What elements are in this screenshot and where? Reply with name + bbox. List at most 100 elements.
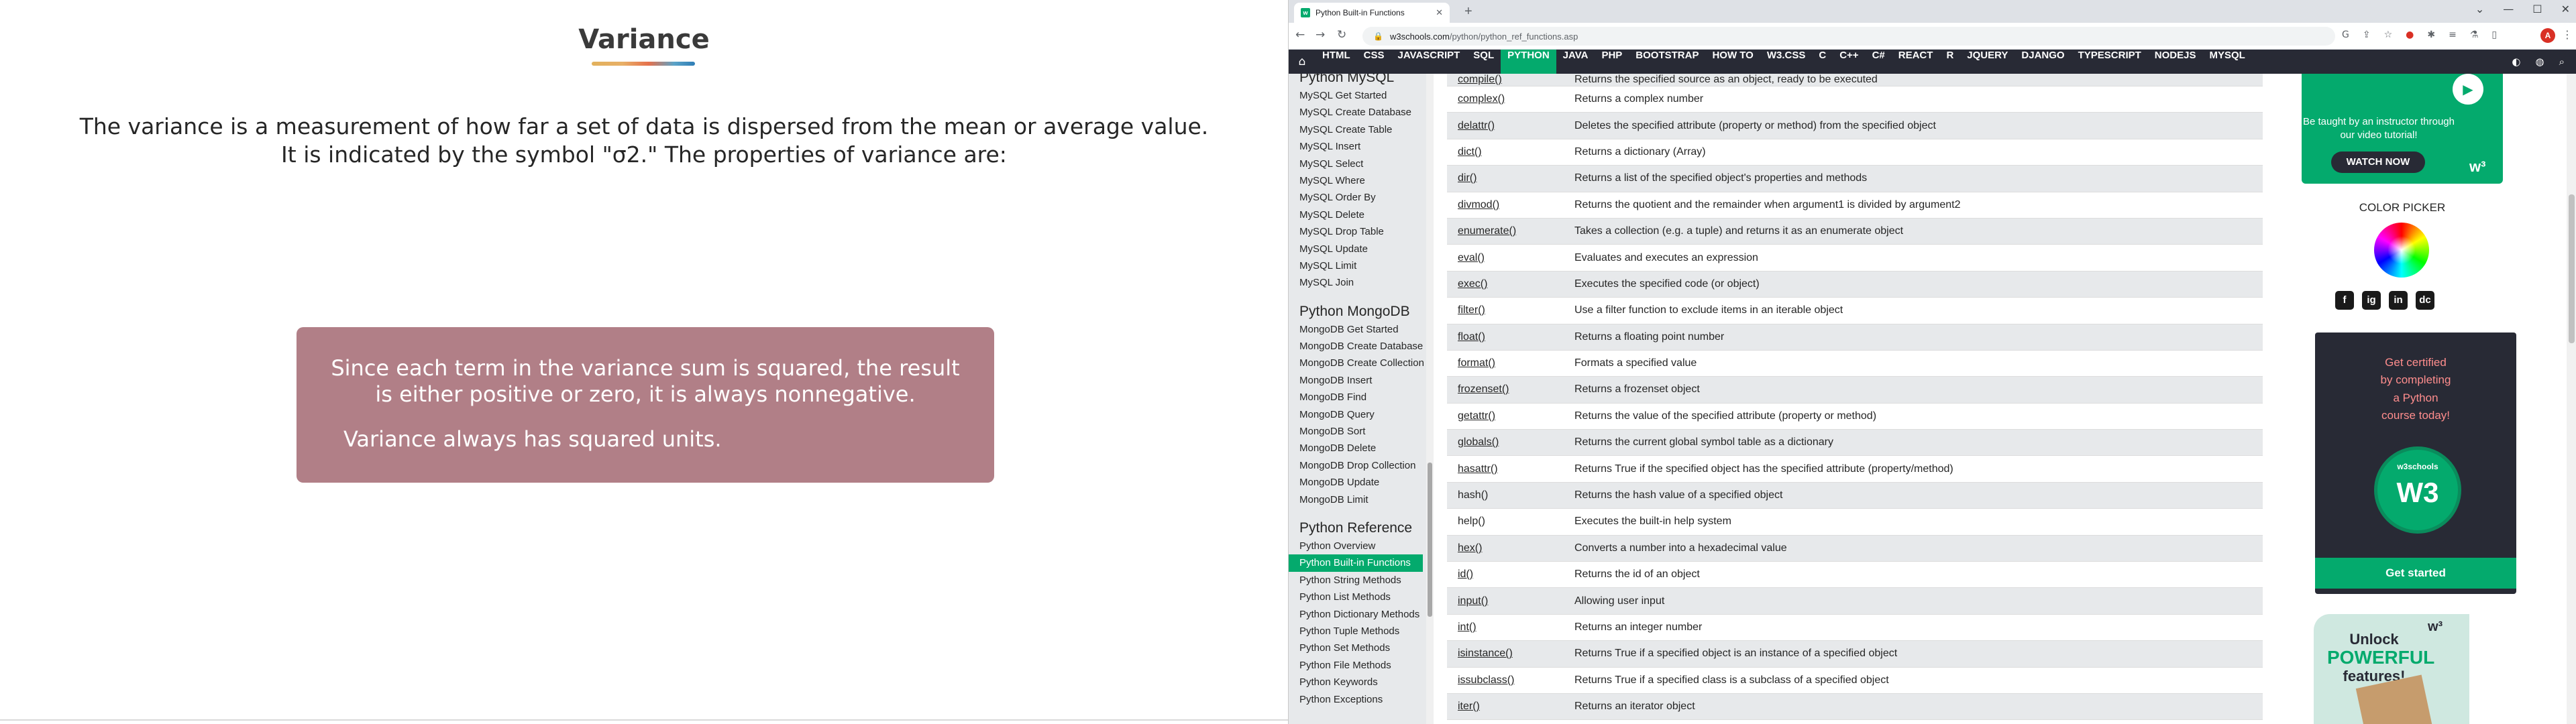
sidebar-item-python-built-in-functions[interactable]: Python Built-in Functions: [1289, 554, 1423, 572]
function-link[interactable]: issubclass(): [1458, 674, 1514, 686]
facebook-icon[interactable]: f: [2335, 291, 2354, 310]
sidebar-item-mongodb-drop-collection[interactable]: MongoDB Drop Collection: [1289, 457, 1426, 474]
unlock-features-ad[interactable]: Unlock POWERFUL features! w³: [2314, 614, 2469, 724]
theme-toggle-icon[interactable]: ◐: [2512, 56, 2520, 68]
sidebar-item-python-string-methods[interactable]: Python String Methods: [1289, 572, 1426, 589]
page-scroll-thumb[interactable]: [2569, 194, 2575, 343]
function-link[interactable]: getattr(): [1458, 410, 1495, 422]
function-link[interactable]: float(): [1458, 331, 1485, 343]
function-link[interactable]: isinstance(): [1458, 648, 1513, 659]
google-icon[interactable]: G: [2342, 29, 2349, 40]
topnav-item-django[interactable]: DJANGO: [2015, 50, 2071, 74]
sidebar-item-mysql-update[interactable]: MySQL Update: [1289, 241, 1426, 257]
star-icon[interactable]: ☆: [2384, 29, 2393, 40]
globe-icon[interactable]: ◍: [2536, 56, 2544, 68]
instagram-icon[interactable]: ig: [2362, 291, 2381, 310]
function-link[interactable]: compile(): [1458, 74, 1502, 85]
topnav-item-jquery[interactable]: JQUERY: [1960, 50, 2015, 74]
function-link[interactable]: globals(): [1458, 436, 1499, 448]
function-link[interactable]: enumerate(): [1458, 225, 1516, 237]
function-link[interactable]: frozenset(): [1458, 383, 1509, 395]
topnav-item-html[interactable]: HTML: [1316, 50, 1357, 74]
sidebar-item-mysql-create-table[interactable]: MySQL Create Table: [1289, 121, 1426, 138]
sidebar-item-mysql-insert[interactable]: MySQL Insert: [1289, 138, 1426, 155]
sidebar-item-python-file-methods[interactable]: Python File Methods: [1289, 657, 1426, 674]
topnav-item-c-[interactable]: C#: [1866, 50, 1892, 74]
sidebar-item-mongodb-limit[interactable]: MongoDB Limit: [1289, 491, 1426, 508]
sidebar-scrollbar[interactable]: [1426, 74, 1434, 724]
topnav-item-how-to[interactable]: HOW TO: [1705, 50, 1760, 74]
color-picker-icon[interactable]: [2374, 223, 2429, 278]
home-icon[interactable]: ⌂: [1289, 55, 1316, 68]
sidebar-item-mongodb-create-database[interactable]: MongoDB Create Database: [1289, 338, 1426, 355]
topnav-item-w3-css[interactable]: W3.CSS: [1760, 50, 1813, 74]
sidebar-item-mysql-order-by[interactable]: MySQL Order By: [1289, 189, 1426, 206]
chevron-down-icon[interactable]: ⌄: [2475, 3, 2484, 15]
get-started-button[interactable]: Get started: [2315, 558, 2516, 589]
topnav-item-typescript[interactable]: TYPESCRIPT: [2072, 50, 2148, 74]
sidebar-item-python-keywords[interactable]: Python Keywords: [1289, 674, 1426, 690]
share-icon[interactable]: ⇪: [2363, 29, 2371, 40]
sidebar-item-mongodb-insert[interactable]: MongoDB Insert: [1289, 372, 1426, 389]
topnav-item-mysql[interactable]: MYSQL: [2202, 50, 2251, 74]
flask-icon[interactable]: ⚗: [2470, 29, 2479, 40]
sidebar-item-mongodb-query[interactable]: MongoDB Query: [1289, 406, 1426, 423]
search-icon[interactable]: ⌕: [2559, 56, 2565, 68]
list-icon[interactable]: ≡: [2449, 29, 2457, 40]
profile-avatar[interactable]: A: [2540, 28, 2555, 43]
watch-now-button[interactable]: WATCH NOW: [2331, 152, 2425, 173]
close-window-icon[interactable]: ✕: [2561, 3, 2570, 15]
page-scrollbar[interactable]: [2567, 74, 2576, 724]
extension-red-icon[interactable]: ●: [2406, 29, 2414, 40]
certification-ad[interactable]: Get certified by completing a Python cou…: [2315, 333, 2516, 594]
sidebar-item-mysql-limit[interactable]: MySQL Limit: [1289, 257, 1426, 274]
topnav-item-r[interactable]: R: [1939, 50, 1960, 74]
sidebar-item-mongodb-delete[interactable]: MongoDB Delete: [1289, 440, 1426, 457]
discord-icon[interactable]: dc: [2416, 291, 2434, 310]
topnav-item-bootstrap[interactable]: BOOTSTRAP: [1629, 50, 1705, 74]
menu-dots-icon[interactable]: ⋮: [2562, 28, 2573, 41]
sidebar-item-mysql-drop-table[interactable]: MySQL Drop Table: [1289, 223, 1426, 240]
sidebar-item-mysql-select[interactable]: MySQL Select: [1289, 156, 1426, 172]
sidebar-item-mongodb-get-started[interactable]: MongoDB Get Started: [1289, 321, 1426, 338]
function-link[interactable]: eval(): [1458, 252, 1485, 263]
function-link[interactable]: int(): [1458, 621, 1477, 633]
linkedin-icon[interactable]: in: [2389, 291, 2408, 310]
sidepanel-icon[interactable]: ▯: [2491, 29, 2497, 40]
sidebar-item-mongodb-find[interactable]: MongoDB Find: [1289, 389, 1426, 406]
topnav-item-nodejs[interactable]: NODEJS: [2148, 50, 2203, 74]
topnav-item-c[interactable]: C: [1812, 50, 1833, 74]
topnav-item-c-[interactable]: C++: [1833, 50, 1865, 74]
function-link[interactable]: complex(): [1458, 93, 1505, 105]
sidebar-item-python-tuple-methods[interactable]: Python Tuple Methods: [1289, 623, 1426, 640]
topnav-item-python[interactable]: PYTHON: [1501, 50, 1556, 74]
sidebar-item-mongodb-update[interactable]: MongoDB Update: [1289, 474, 1426, 491]
sidebar-item-mysql-delete[interactable]: MySQL Delete: [1289, 206, 1426, 223]
function-link[interactable]: format(): [1458, 357, 1495, 369]
function-link[interactable]: filter(): [1458, 304, 1485, 316]
sidebar-item-python-overview[interactable]: Python Overview: [1289, 538, 1426, 554]
topnav-item-java[interactable]: JAVA: [1556, 50, 1595, 74]
sidebar-item-mysql-get-started[interactable]: MySQL Get Started: [1289, 87, 1426, 104]
function-link[interactable]: dir(): [1458, 172, 1477, 184]
sidebar-item-mysql-create-database[interactable]: MySQL Create Database: [1289, 104, 1426, 121]
function-link[interactable]: hasattr(): [1458, 463, 1498, 475]
url-input[interactable]: 🔒 w3schools.com/python/python_ref_functi…: [1362, 27, 2335, 46]
function-link[interactable]: exec(): [1458, 278, 1487, 290]
topnav-item-react[interactable]: REACT: [1892, 50, 1940, 74]
sidebar-item-python-dictionary-methods[interactable]: Python Dictionary Methods: [1289, 606, 1426, 623]
topnav-item-css[interactable]: CSS: [1357, 50, 1391, 74]
minimize-icon[interactable]: —: [2503, 3, 2514, 15]
topnav-item-sql[interactable]: SQL: [1466, 50, 1501, 74]
function-link[interactable]: delattr(): [1458, 120, 1495, 131]
function-link[interactable]: divmod(): [1458, 199, 1499, 210]
sidebar-item-mongodb-create-collection[interactable]: MongoDB Create Collection: [1289, 355, 1426, 371]
sidebar-item-python-set-methods[interactable]: Python Set Methods: [1289, 640, 1426, 656]
back-icon[interactable]: ←: [1295, 28, 1305, 42]
new-tab-icon[interactable]: +: [1464, 4, 1472, 19]
browser-tab[interactable]: w Python Built-in Functions ✕: [1294, 3, 1450, 23]
sidebar-item-mongodb-sort[interactable]: MongoDB Sort: [1289, 423, 1426, 440]
function-link[interactable]: dict(): [1458, 146, 1482, 158]
reload-icon[interactable]: ↻: [1337, 28, 1346, 42]
sidebar-item-mysql-where[interactable]: MySQL Where: [1289, 172, 1426, 189]
